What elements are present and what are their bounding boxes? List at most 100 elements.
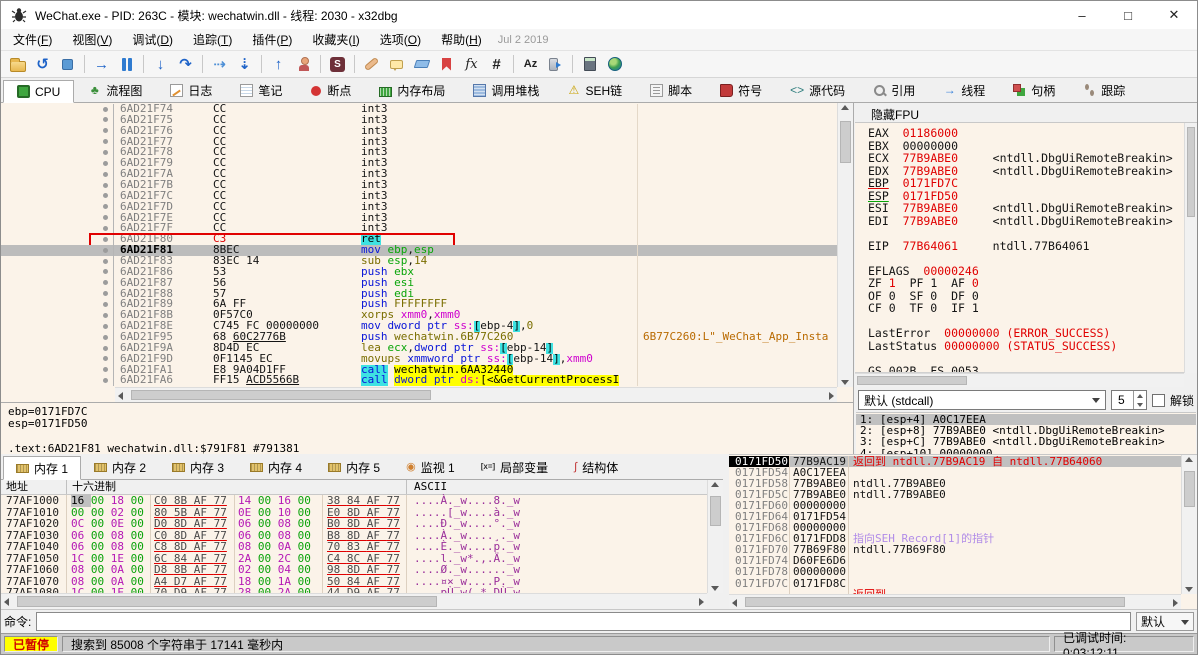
disasm-horizontal-scrollbar[interactable] [115, 387, 837, 402]
tab-breakpoints[interactable]: 断点 [296, 79, 365, 102]
breakpoint-dot-icon[interactable] [103, 172, 108, 177]
minimize-button[interactable]: – [1059, 1, 1105, 29]
breakpoint-dot-icon[interactable] [103, 193, 108, 198]
register-line[interactable]: EIP 77B64061 ntdll.77B64061 [868, 240, 1184, 253]
calling-convention-select[interactable]: 默认 (stdcall) [858, 390, 1106, 410]
scrollbar-thumb[interactable] [745, 597, 1125, 607]
dump-tab-struct[interactable]: ∫结构体 [561, 455, 631, 479]
stack-arg-row[interactable]: 3: [esp+C] 77B9ABE0 <ntdll.DbgUiRemoteBr… [856, 436, 1196, 447]
menu-item-I[interactable]: 收藏夹(I) [302, 29, 369, 50]
breakpoint-dot-icon[interactable] [103, 215, 108, 220]
open-file-icon[interactable] [5, 52, 30, 76]
breakpoint-dot-icon[interactable] [103, 107, 108, 112]
functions-icon[interactable]: fx [459, 52, 484, 76]
dump-tab-mem5[interactable]: 内存 5 [315, 455, 393, 479]
hash-icon[interactable]: # [484, 52, 509, 76]
strings-icon[interactable]: Az [518, 52, 543, 76]
hide-fpu-button[interactable]: 隐藏FPU [855, 103, 1197, 123]
breakpoint-dot-icon[interactable] [103, 335, 108, 340]
scrollbar-thumb[interactable] [710, 496, 721, 526]
dump-tab-mem2[interactable]: 内存 2 [81, 455, 159, 479]
step-over-icon[interactable]: ↷ [173, 52, 198, 76]
command-input[interactable] [36, 612, 1131, 631]
dump-tab-mem4[interactable]: 内存 4 [237, 455, 315, 479]
scrollbar-thumb[interactable] [1187, 127, 1195, 217]
menu-item-F[interactable]: 文件(F) [3, 29, 62, 50]
dump-vertical-scrollbar[interactable] [707, 480, 723, 593]
dump-tab-watch1[interactable]: ◉监视 1 [393, 455, 468, 479]
breakpoint-dot-icon[interactable] [103, 269, 108, 274]
menu-item-V[interactable]: 视图(V) [62, 29, 122, 50]
registers-vertical-scrollbar[interactable] [1184, 123, 1197, 373]
breakpoint-dot-icon[interactable] [103, 378, 108, 383]
breakpoint-dot-icon[interactable] [103, 324, 108, 329]
patches-icon[interactable] [359, 52, 384, 76]
scylla-icon[interactable]: S [325, 52, 350, 76]
menu-item-H[interactable]: 帮助(H) [431, 29, 492, 50]
dump-tab-locals[interactable]: [x=]局部变量 [468, 455, 561, 479]
scrollbar-thumb[interactable] [1184, 471, 1195, 507]
arg-count-stepper[interactable]: 5 [1111, 390, 1147, 410]
register-line[interactable]: LastStatus 00000000 (STATUS_SUCCESS) [868, 340, 1184, 353]
stepper-up-icon[interactable] [1137, 394, 1143, 398]
breakpoint-dot-icon[interactable] [103, 226, 108, 231]
bookmarks-icon[interactable] [434, 52, 459, 76]
breakpoint-dot-icon[interactable] [103, 128, 108, 133]
breakpoint-dot-icon[interactable] [103, 313, 108, 318]
run-to-user-code-icon[interactable] [291, 52, 316, 76]
breakpoint-dot-icon[interactable] [103, 280, 108, 285]
step-into-icon[interactable]: ↓ [148, 52, 173, 76]
tab-handles[interactable]: 句柄 [999, 79, 1069, 102]
tab-memmap[interactable]: 内存布局 [365, 79, 459, 102]
pause-icon[interactable] [114, 52, 139, 76]
breakpoint-dot-icon[interactable] [103, 259, 108, 264]
menu-item-D[interactable]: 调试(D) [122, 29, 183, 50]
close-process-icon[interactable] [55, 52, 80, 76]
step-out-icon[interactable]: ⇣ [232, 52, 257, 76]
register-line[interactable]: GS 002B FS 0053 [868, 365, 1184, 374]
execute-till-return-icon[interactable]: ↑ [266, 52, 291, 76]
tab-references[interactable]: 引用 [859, 79, 929, 102]
tab-symbols[interactable]: 符号 [706, 79, 776, 102]
restart-icon[interactable]: ↺ [30, 52, 55, 76]
breakpoint-dot-icon[interactable] [103, 204, 108, 209]
scrollbar-thumb[interactable] [131, 390, 431, 400]
breakpoint-dot-icon[interactable] [103, 117, 108, 122]
tab-cpu[interactable]: CPU [3, 80, 74, 103]
tab-notes[interactable]: 笔记 [226, 79, 296, 102]
tab-trace[interactable]: 跟踪 [1069, 79, 1139, 102]
unlock-checkbox[interactable] [1152, 394, 1165, 407]
menu-item-P[interactable]: 插件(P) [242, 29, 302, 50]
breakpoint-dot-icon[interactable] [103, 139, 108, 144]
breakpoint-dot-icon[interactable] [103, 356, 108, 361]
register-line[interactable]: EDI 77B9ABE0 <ntdll.DbgUiRemoteBreakin> [868, 215, 1184, 228]
close-button[interactable]: ✕ [1151, 1, 1197, 29]
disasm-row[interactable]: 6AD21FA6FF15 ACD5566Bcall dword ptr ds:[… [1, 375, 837, 386]
stack-row[interactable]: 0171FD7C0171FD8C [729, 578, 1181, 589]
tab-source[interactable]: <>源代码 [776, 79, 859, 102]
scrollbar-thumb[interactable] [857, 376, 967, 385]
dump-tab-mem3[interactable]: 内存 3 [159, 455, 237, 479]
breakpoint-dot-icon[interactable] [103, 291, 108, 296]
tab-log[interactable]: 日志 [156, 79, 226, 102]
tab-seh[interactable]: ⚠SEH链 [553, 79, 636, 102]
breakpoint-dot-icon[interactable] [103, 302, 108, 307]
stepper-down-icon[interactable] [1137, 403, 1143, 407]
breakpoint-dot-icon[interactable] [103, 183, 108, 188]
globe-icon[interactable] [602, 52, 627, 76]
tab-threads[interactable]: →线程 [929, 79, 999, 102]
stack-horizontal-scrollbar[interactable] [729, 594, 1181, 609]
maximize-button[interactable]: □ [1105, 1, 1151, 29]
breakpoint-dot-icon[interactable] [103, 248, 108, 253]
tab-script[interactable]: 脚本 [636, 79, 706, 102]
run-to-selection-icon[interactable]: ⇢ [207, 52, 232, 76]
breakpoint-dot-icon[interactable] [103, 150, 108, 155]
breakpoint-dot-icon[interactable] [103, 161, 108, 166]
scrollbar-thumb[interactable] [17, 596, 437, 607]
registers-horizontal-scrollbar[interactable] [855, 373, 1184, 387]
breakpoint-dot-icon[interactable] [103, 346, 108, 351]
dump-horizontal-scrollbar[interactable] [1, 593, 707, 609]
dump-tab-mem1[interactable]: 内存 1 [3, 456, 81, 480]
calculator-icon[interactable] [577, 52, 602, 76]
register-line[interactable]: CF 0 TF 0 IF 1 [868, 302, 1184, 315]
